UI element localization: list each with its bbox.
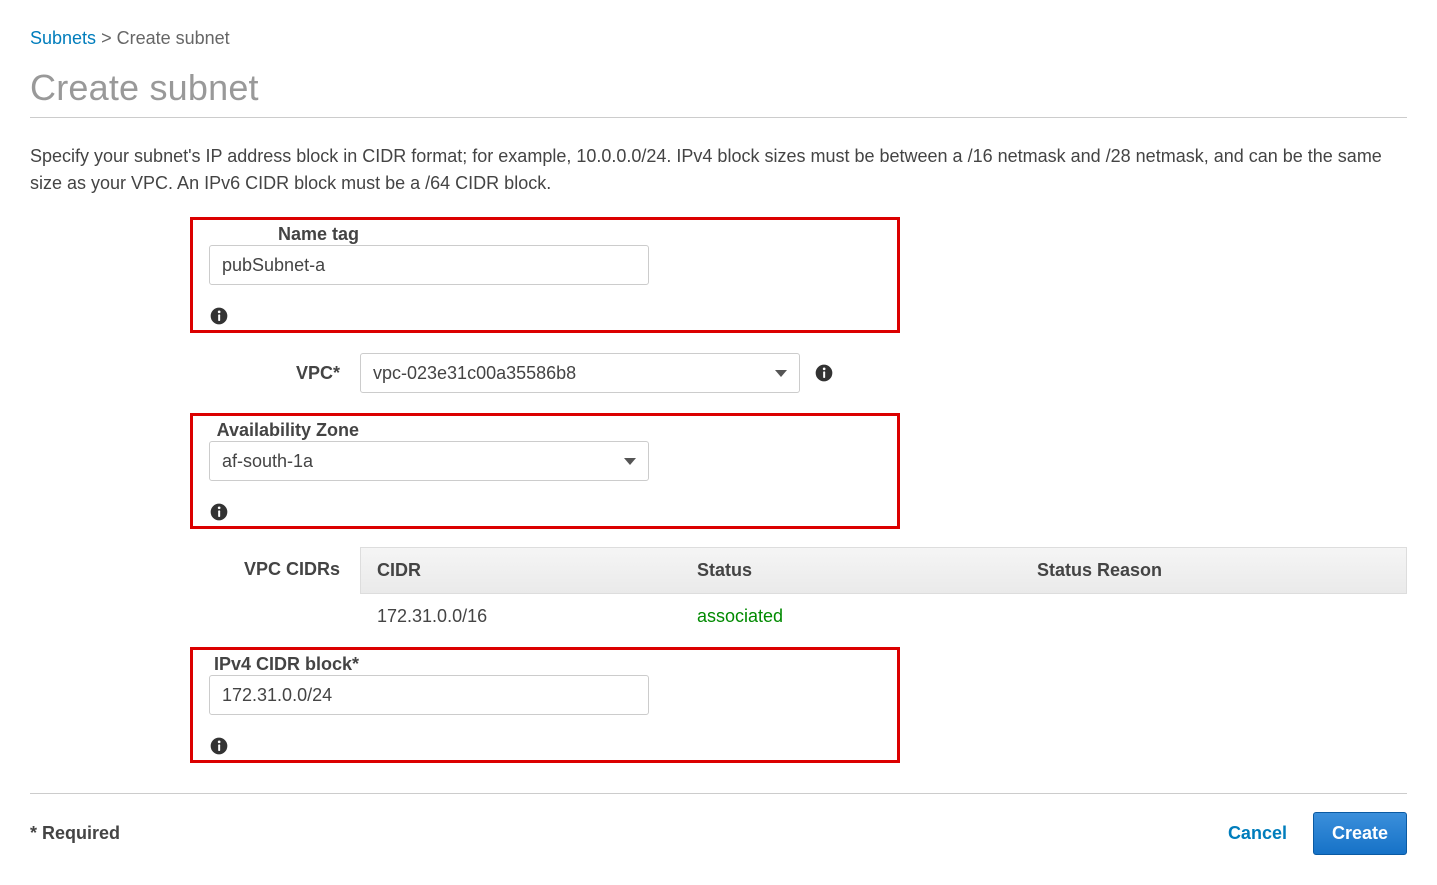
create-subnet-form: Name tag VPC* vpc-023e31c00a35586b8 — [30, 217, 1407, 763]
cell-cidr: 172.31.0.0/16 — [361, 594, 681, 639]
page-intro: Specify your subnet's IP address block i… — [30, 143, 1407, 197]
info-icon[interactable] — [814, 363, 834, 383]
az-label: Availability Zone — [209, 420, 379, 441]
col-header-reason: Status Reason — [1021, 548, 1406, 593]
breadcrumb: Subnets > Create subnet — [30, 28, 1407, 49]
az-dropdown[interactable]: af-south-1a — [209, 441, 649, 481]
breadcrumb-separator: > — [101, 28, 117, 48]
info-icon[interactable] — [209, 736, 881, 756]
vpc-dropdown-value: vpc-023e31c00a35586b8 — [373, 363, 576, 384]
vpc-dropdown[interactable]: vpc-023e31c00a35586b8 — [360, 353, 800, 393]
info-icon[interactable] — [209, 502, 881, 522]
vpc-label: VPC* — [30, 363, 360, 384]
cell-status: associated — [681, 594, 1021, 639]
breadcrumb-root-link[interactable]: Subnets — [30, 28, 96, 48]
table-row: 172.31.0.0/16 associated — [360, 594, 1407, 639]
chevron-down-icon — [624, 458, 636, 465]
chevron-down-icon — [775, 370, 787, 377]
create-button[interactable]: Create — [1313, 812, 1407, 855]
cancel-button[interactable]: Cancel — [1210, 813, 1305, 854]
cell-reason — [1021, 594, 1406, 639]
col-header-status: Status — [681, 548, 1021, 593]
required-note: * Required — [30, 823, 120, 844]
page-title: Create subnet — [30, 67, 1407, 109]
vpc-cidrs-table: CIDR Status Status Reason 172.31.0.0/16 … — [360, 547, 1407, 639]
info-icon[interactable] — [209, 306, 881, 326]
name-tag-label: Name tag — [209, 224, 379, 245]
footer-bar: * Required Cancel Create — [30, 812, 1407, 855]
breadcrumb-current: Create subnet — [117, 28, 230, 48]
ipv4-block-input[interactable] — [209, 675, 649, 715]
col-header-cidr: CIDR — [361, 548, 681, 593]
ipv4-block-label: IPv4 CIDR block* — [209, 654, 379, 675]
divider — [30, 793, 1407, 794]
name-tag-input[interactable] — [209, 245, 649, 285]
vpc-cidrs-label: VPC CIDRs — [30, 547, 360, 580]
az-dropdown-value: af-south-1a — [222, 451, 313, 472]
divider — [30, 117, 1407, 118]
